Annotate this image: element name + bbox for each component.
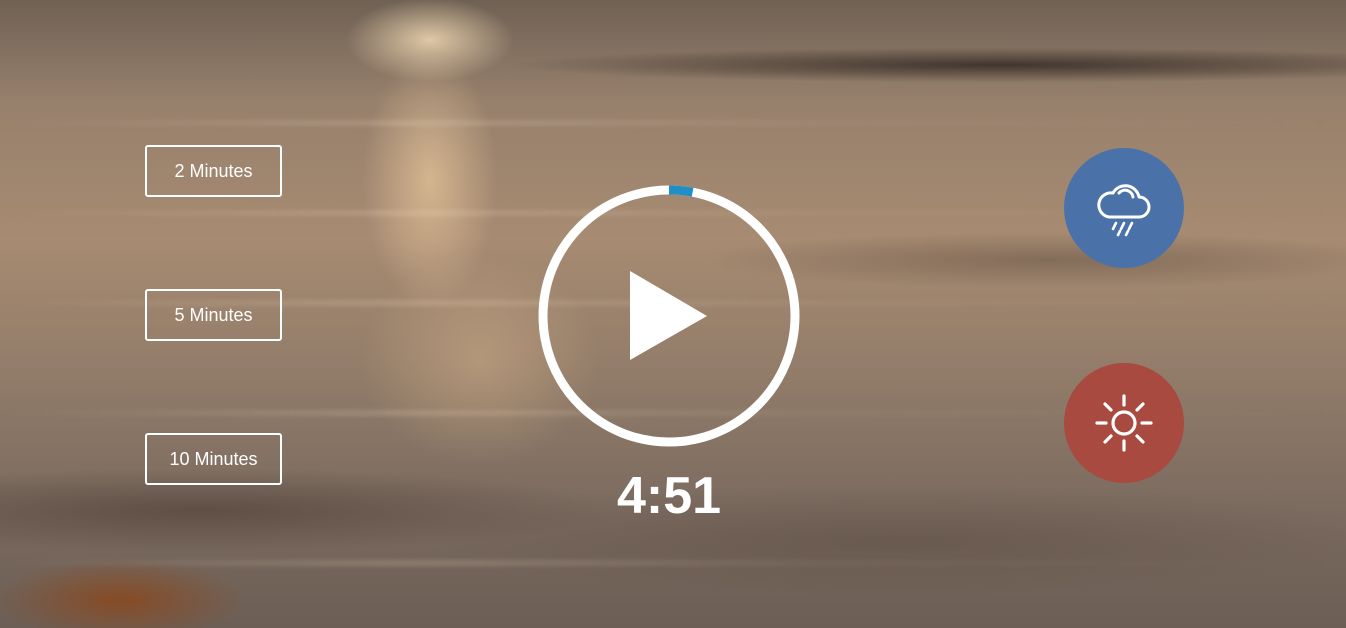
play-button[interactable] xyxy=(536,183,802,449)
play-icon[interactable] xyxy=(630,271,707,360)
timer-ring xyxy=(538,185,800,447)
timer-display: 4:51 xyxy=(616,467,722,525)
duration-5-minutes-button[interactable]: 5 Minutes xyxy=(145,289,282,341)
background-ripple xyxy=(0,560,1346,566)
sun-sound-button[interactable] xyxy=(1064,363,1184,483)
duration-10-minutes-button[interactable]: 10 Minutes xyxy=(145,433,282,485)
background-ripple xyxy=(0,120,1346,126)
duration-2-minutes-button[interactable]: 2 Minutes xyxy=(145,145,282,197)
rain-sound-button[interactable] xyxy=(1064,148,1184,268)
cloud-rain-icon xyxy=(1097,184,1151,237)
meditation-timer-app: 2 Minutes 5 Minutes 10 Minutes 4:51 xyxy=(0,0,1346,628)
sun-icon xyxy=(1095,394,1153,452)
